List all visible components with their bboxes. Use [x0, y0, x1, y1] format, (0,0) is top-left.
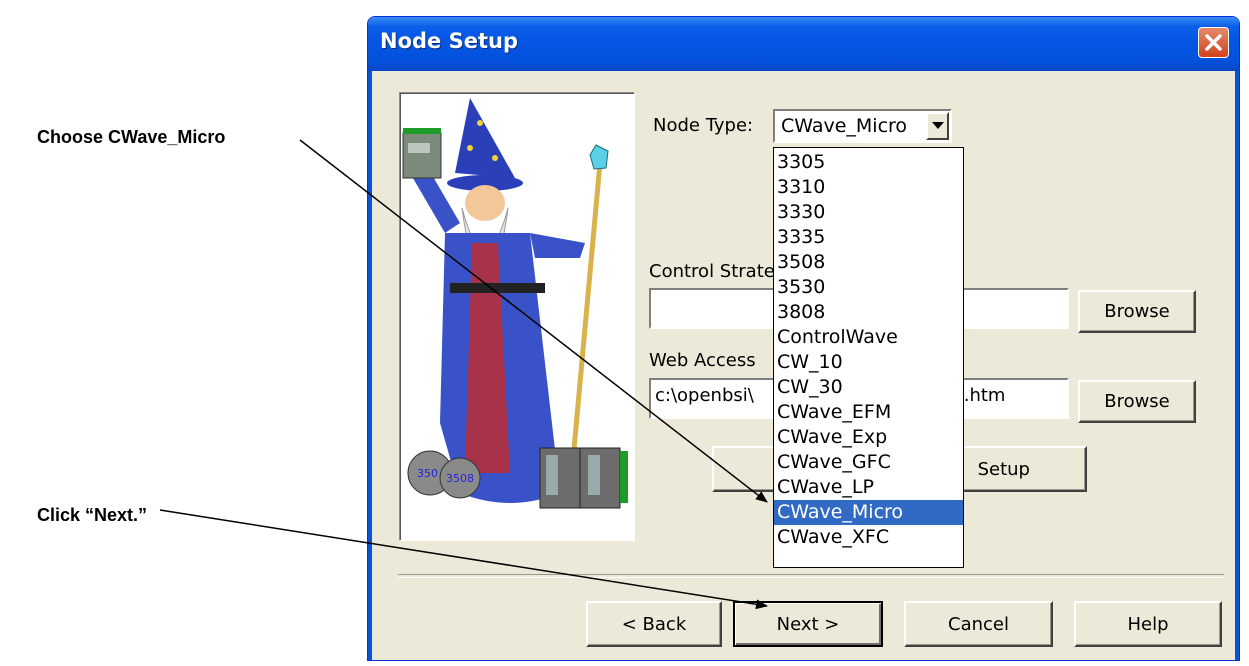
dropdown-option[interactable]: 3508	[774, 250, 963, 275]
dropdown-option[interactable]: CWave_Exp	[774, 425, 963, 450]
wizard-badge-1: 350	[417, 467, 438, 480]
node-type-dropdown-list[interactable]: 3305 3310 3330 3335 3508 3530 3808 ControlWave C…	[773, 147, 964, 568]
dropdown-option[interactable]: 3310	[774, 175, 963, 200]
node-type-combobox[interactable]: CWave_Micro	[773, 109, 952, 143]
help-button[interactable]: Help	[1074, 601, 1222, 647]
dropdown-option[interactable]: 3330	[774, 200, 963, 225]
back-button[interactable]: < Back	[586, 601, 722, 647]
browse-button-1[interactable]: Browse	[1078, 290, 1196, 333]
cancel-button[interactable]: Cancel	[904, 601, 1053, 647]
callout-choose: Choose CWave_Micro	[37, 127, 226, 147]
node-setup-dialog: Node Setup 350 3508 Node Type: CWave_Mic…	[367, 16, 1240, 661]
dropdown-option[interactable]: CWave_EFM	[774, 400, 963, 425]
node-type-value: CWave_Micro	[781, 115, 908, 137]
control-strategy-label: Control Strate	[649, 261, 775, 282]
dropdown-option[interactable]: ControlWave	[774, 325, 963, 350]
chevron-down-icon	[931, 122, 944, 129]
callout-click-next: Click “Next.”	[37, 505, 148, 525]
wizard-illustration: 350 3508	[399, 92, 635, 541]
dropdown-option[interactable]: CW_30	[774, 375, 963, 400]
web-access-label: Web Access	[649, 350, 756, 371]
title-bar[interactable]: Node Setup	[368, 17, 1239, 71]
wizard-badge-2: 3508	[446, 472, 474, 485]
dropdown-option[interactable]: CWave_XFC	[774, 525, 963, 550]
close-icon	[1205, 34, 1222, 51]
browse-button-2[interactable]: Browse	[1078, 380, 1196, 423]
dialog-title: Node Setup	[380, 29, 518, 53]
dropdown-arrow-button[interactable]	[926, 112, 949, 140]
separator	[398, 574, 1224, 578]
wizard-icon: 350 3508	[402, 98, 628, 509]
dropdown-option[interactable]: CWave_Micro	[774, 500, 963, 525]
dropdown-option[interactable]: 3335	[774, 225, 963, 250]
next-button[interactable]: Next >	[733, 601, 883, 647]
dropdown-option[interactable]: 3305	[774, 150, 963, 175]
dropdown-option[interactable]: CWave_LP	[774, 475, 963, 500]
close-button[interactable]	[1198, 27, 1229, 58]
node-type-label: Node Type:	[653, 115, 754, 136]
dropdown-option[interactable]: 3808	[774, 300, 963, 325]
dropdown-option[interactable]: CWave_GFC	[774, 450, 963, 475]
dropdown-option[interactable]: 3530	[774, 275, 963, 300]
web-access-value-left: c:\openbsi\	[655, 385, 754, 406]
dropdown-option[interactable]: CW_10	[774, 350, 963, 375]
